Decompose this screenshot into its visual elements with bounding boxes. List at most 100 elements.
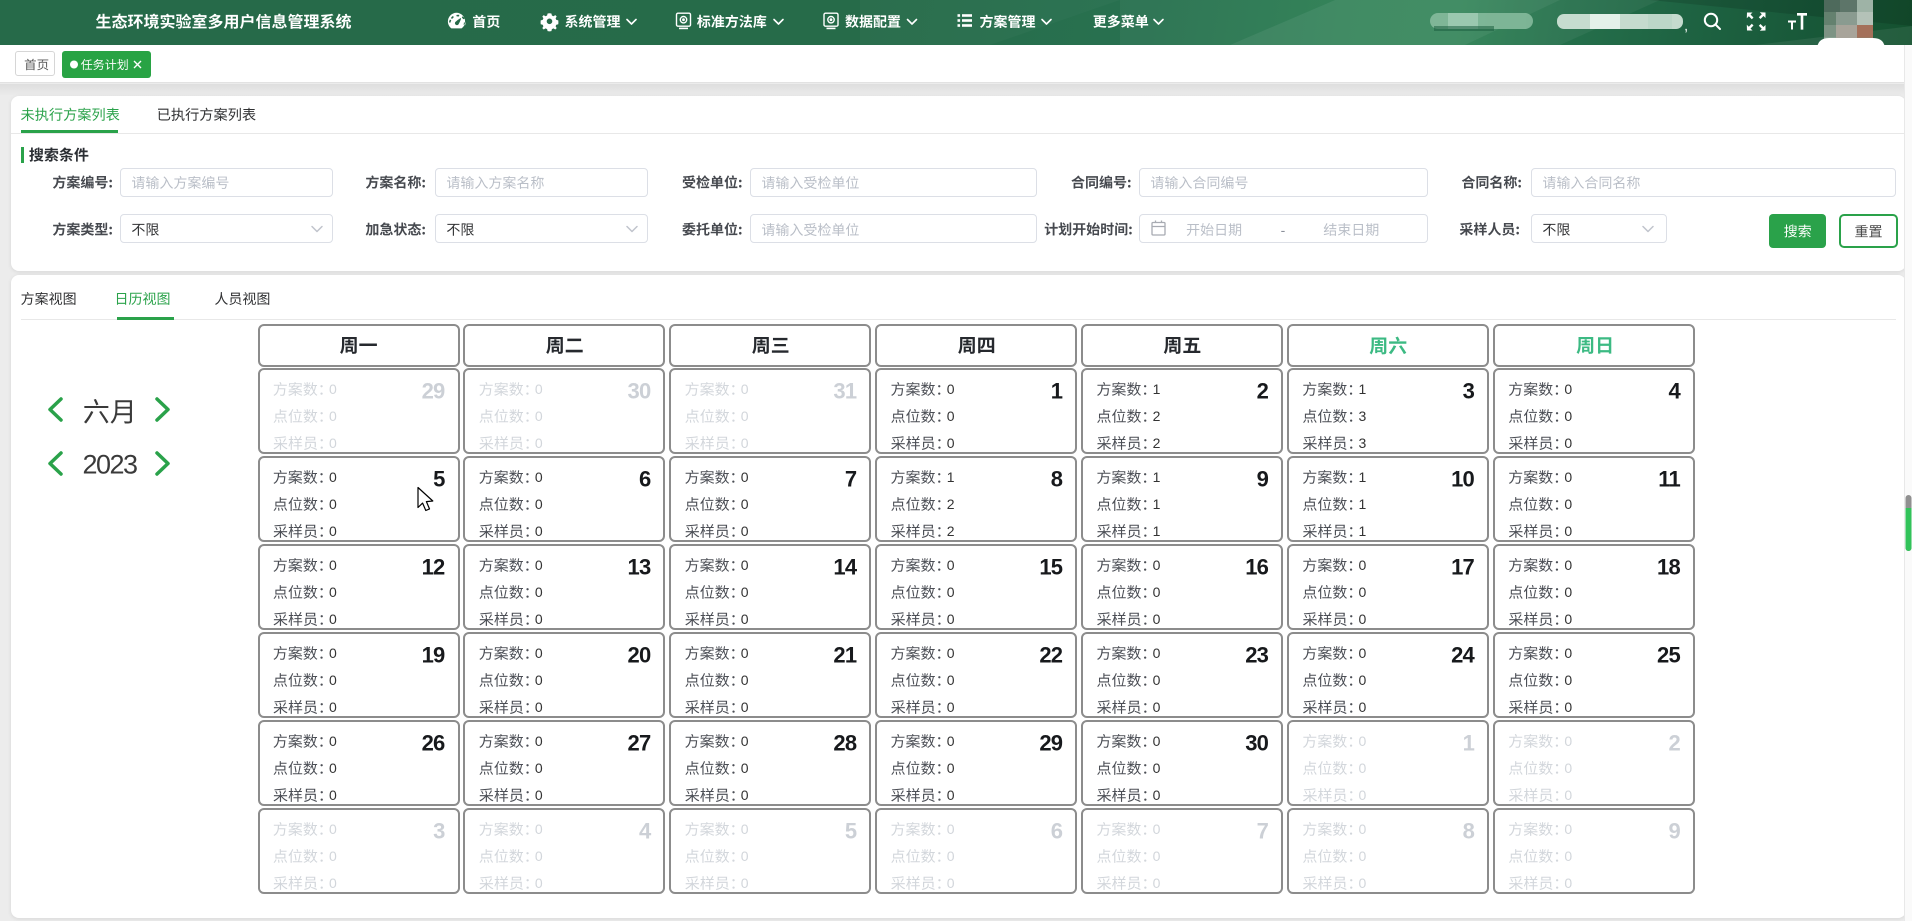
svg-text:0: 0 xyxy=(535,469,543,485)
svg-text:25: 25 xyxy=(1657,643,1680,668)
svg-text:7: 7 xyxy=(1257,819,1269,844)
svg-text:2: 2 xyxy=(947,496,955,512)
svg-text:0: 0 xyxy=(1564,875,1572,891)
svg-text:0: 0 xyxy=(1359,557,1367,573)
svg-text:0: 0 xyxy=(741,408,749,424)
svg-text:0: 0 xyxy=(1153,875,1161,891)
svg-text:0: 0 xyxy=(1564,787,1572,803)
svg-text:0: 0 xyxy=(1153,672,1161,688)
svg-text:0: 0 xyxy=(329,699,337,715)
svg-text:0: 0 xyxy=(1359,848,1367,864)
svg-text:1: 1 xyxy=(1051,379,1063,404)
svg-text:0: 0 xyxy=(1564,848,1572,864)
svg-text:0: 0 xyxy=(329,848,337,864)
svg-text:0: 0 xyxy=(535,672,543,688)
svg-text:0: 0 xyxy=(535,611,543,627)
svg-text:1: 1 xyxy=(1463,731,1475,756)
svg-text:0: 0 xyxy=(535,787,543,803)
svg-text:0: 0 xyxy=(947,787,955,803)
svg-text:0: 0 xyxy=(947,557,955,573)
svg-text:0: 0 xyxy=(741,469,749,485)
svg-text:31: 31 xyxy=(833,379,856,404)
svg-text:0: 0 xyxy=(329,584,337,600)
svg-text:2023: 2023 xyxy=(82,450,137,480)
svg-text:0: 0 xyxy=(329,523,337,539)
svg-text:16: 16 xyxy=(1245,555,1268,580)
svg-text:0: 0 xyxy=(741,611,749,627)
svg-text:0: 0 xyxy=(741,645,749,661)
svg-text:1: 1 xyxy=(1359,496,1367,512)
svg-text:0: 0 xyxy=(741,848,749,864)
svg-text:0: 0 xyxy=(329,760,337,776)
svg-text:24: 24 xyxy=(1451,643,1475,668)
svg-text:23: 23 xyxy=(1245,643,1268,668)
svg-text:0: 0 xyxy=(1564,645,1572,661)
svg-text:1: 1 xyxy=(1153,496,1161,512)
svg-text:0: 0 xyxy=(1153,760,1161,776)
svg-text:0: 0 xyxy=(1564,584,1572,600)
svg-text:4: 4 xyxy=(639,819,652,844)
svg-text:0: 0 xyxy=(741,557,749,573)
svg-text:0: 0 xyxy=(1359,645,1367,661)
svg-text:0: 0 xyxy=(947,821,955,837)
svg-text:9: 9 xyxy=(1668,819,1680,844)
svg-text:0: 0 xyxy=(741,875,749,891)
svg-text:0: 0 xyxy=(1564,611,1572,627)
svg-text:0: 0 xyxy=(1359,584,1367,600)
svg-text:0: 0 xyxy=(535,381,543,397)
svg-text:15: 15 xyxy=(1039,555,1062,580)
svg-text:0: 0 xyxy=(947,381,955,397)
svg-text:0: 0 xyxy=(1359,760,1367,776)
svg-text:1: 1 xyxy=(1359,381,1367,397)
svg-text:9: 9 xyxy=(1257,467,1269,492)
svg-text:0: 0 xyxy=(535,645,543,661)
svg-text:0: 0 xyxy=(741,584,749,600)
svg-text:0: 0 xyxy=(329,496,337,512)
svg-text:0: 0 xyxy=(329,408,337,424)
svg-text:0: 0 xyxy=(947,848,955,864)
svg-text:0: 0 xyxy=(947,408,955,424)
svg-text:0: 0 xyxy=(1359,672,1367,688)
svg-text:0: 0 xyxy=(947,584,955,600)
svg-text:5: 5 xyxy=(433,467,445,492)
svg-text:0: 0 xyxy=(947,733,955,749)
svg-text:6: 6 xyxy=(1051,819,1063,844)
svg-text:0: 0 xyxy=(1359,699,1367,715)
svg-text:0: 0 xyxy=(1153,645,1161,661)
svg-text:0: 0 xyxy=(1564,435,1572,451)
svg-text:8: 8 xyxy=(1463,819,1475,844)
svg-text:,: , xyxy=(1684,18,1688,35)
svg-text:0: 0 xyxy=(1359,787,1367,803)
svg-text:0: 0 xyxy=(947,760,955,776)
svg-text:0: 0 xyxy=(535,557,543,573)
svg-text:0: 0 xyxy=(535,584,543,600)
svg-text:0: 0 xyxy=(1564,672,1572,688)
svg-text:0: 0 xyxy=(741,821,749,837)
svg-text:12: 12 xyxy=(422,555,445,580)
svg-text:0: 0 xyxy=(535,435,543,451)
svg-text:5: 5 xyxy=(845,819,857,844)
svg-text:27: 27 xyxy=(628,731,651,756)
svg-text:0: 0 xyxy=(535,875,543,891)
svg-text:0: 0 xyxy=(1564,496,1572,512)
svg-text:3: 3 xyxy=(433,819,445,844)
svg-text:28: 28 xyxy=(833,731,856,756)
svg-text:0: 0 xyxy=(535,408,543,424)
svg-text:0: 0 xyxy=(535,699,543,715)
svg-text:4: 4 xyxy=(1668,379,1681,404)
svg-text:10: 10 xyxy=(1451,467,1474,492)
svg-text:0: 0 xyxy=(741,787,749,803)
svg-text:2: 2 xyxy=(1668,731,1680,756)
svg-text:1: 1 xyxy=(1359,523,1367,539)
svg-text:2: 2 xyxy=(1153,435,1161,451)
svg-text:11: 11 xyxy=(1658,467,1680,492)
svg-text:1: 1 xyxy=(1359,469,1367,485)
svg-text:0: 0 xyxy=(1564,557,1572,573)
svg-text:0: 0 xyxy=(741,381,749,397)
svg-text:0: 0 xyxy=(1564,408,1572,424)
svg-text:0: 0 xyxy=(1359,611,1367,627)
svg-text:0: 0 xyxy=(1564,699,1572,715)
svg-text:0: 0 xyxy=(329,611,337,627)
svg-text:1: 1 xyxy=(1153,469,1161,485)
svg-text:0: 0 xyxy=(329,672,337,688)
